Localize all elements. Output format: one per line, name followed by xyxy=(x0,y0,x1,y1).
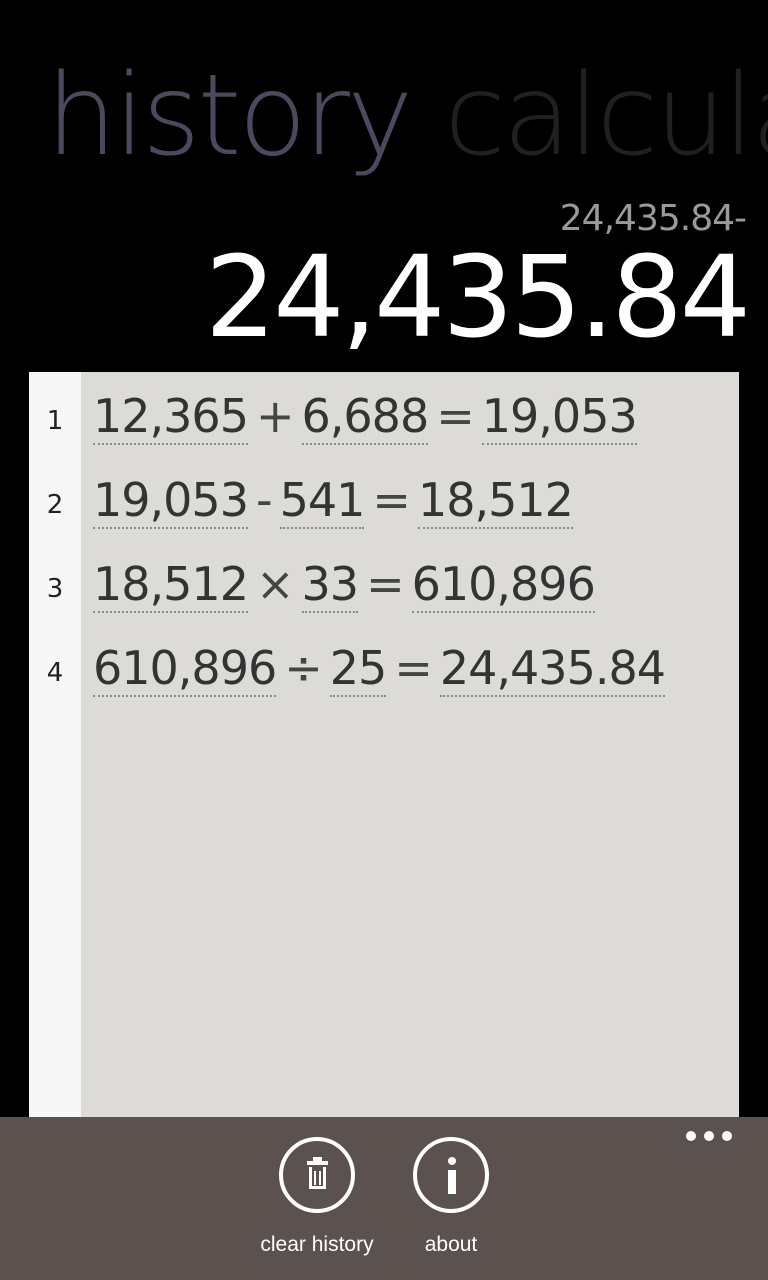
equals-sign: = xyxy=(436,389,475,443)
trash-icon xyxy=(279,1137,355,1213)
equals-sign: = xyxy=(366,557,405,611)
operator: + xyxy=(255,389,295,443)
row-number: 4 xyxy=(46,658,64,688)
row-result[interactable]: 18,512 xyxy=(417,473,574,529)
row-number: 2 xyxy=(46,490,64,520)
operand[interactable]: 33 xyxy=(301,557,359,613)
operand[interactable]: 610,896 xyxy=(93,641,277,697)
pivot-item-history[interactable]: history xyxy=(46,46,413,186)
row-result[interactable]: 610,896 xyxy=(411,557,596,613)
operand[interactable]: 541 xyxy=(279,473,365,529)
history-row[interactable]: 1 12,365 +6,688 = 19,053 xyxy=(29,372,739,456)
operator: ÷ xyxy=(284,641,323,695)
history-row[interactable]: 3 18,512 × 33 = 610,896 xyxy=(29,540,739,624)
operator: × xyxy=(255,557,295,611)
history-tape: 1 12,365 +6,688 = 19,053 2 19,053-541 = 18,51… xyxy=(29,372,739,1118)
row-expression: 12,365 +6,688 = 19,053 xyxy=(93,388,638,445)
equals-sign: = xyxy=(372,473,411,527)
history-row[interactable]: 4 610,896 ÷ 25 = 24,435.84 xyxy=(29,624,739,708)
row-expression: 610,896 ÷ 25 = 24,435.84 xyxy=(93,640,666,697)
history-row[interactable]: 2 19,053-541 = 18,512 xyxy=(29,456,739,540)
clear-history-button[interactable]: clear history xyxy=(247,1137,387,1257)
pivot-item-calculator[interactable]: calculator xyxy=(444,46,768,186)
equals-sign: = xyxy=(394,641,433,695)
row-number: 3 xyxy=(46,574,64,604)
info-icon xyxy=(413,1137,489,1213)
row-number: 1 xyxy=(46,406,64,436)
operator: - xyxy=(255,473,273,527)
operand[interactable]: 6,688 xyxy=(301,389,429,445)
more-ellipsis-icon[interactable] xyxy=(686,1131,732,1141)
operand[interactable]: 19,053 xyxy=(93,473,249,529)
operand[interactable]: 12,365 xyxy=(93,389,249,445)
application-bar: clear history about xyxy=(0,1117,768,1280)
pivot-header: historycalculator xyxy=(46,46,768,186)
operand[interactable]: 25 xyxy=(329,641,387,697)
result-display: 24,435.84 xyxy=(204,233,751,363)
clear-history-label: clear history xyxy=(260,1233,374,1256)
row-result[interactable]: 24,435.84 xyxy=(439,641,666,697)
row-result[interactable]: 19,053 xyxy=(481,389,638,445)
about-button[interactable]: about xyxy=(381,1137,521,1257)
row-expression: 18,512 × 33 = 610,896 xyxy=(93,556,596,613)
row-expression: 19,053-541 = 18,512 xyxy=(93,472,574,529)
about-label: about xyxy=(424,1233,478,1256)
operand[interactable]: 18,512 xyxy=(93,557,249,613)
